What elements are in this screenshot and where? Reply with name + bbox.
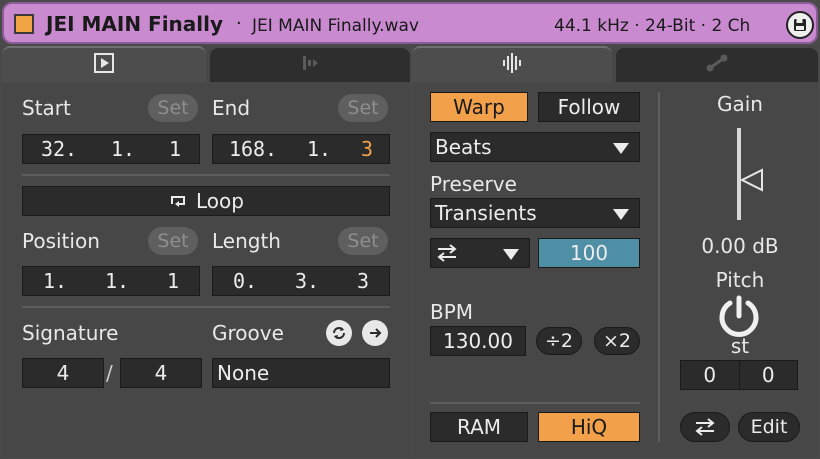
end-set-button[interactable]: Set bbox=[338, 94, 388, 122]
gain-slider[interactable] bbox=[730, 128, 763, 220]
warp-mode-value: Beats bbox=[435, 135, 492, 159]
end-bar: 168. bbox=[228, 137, 278, 161]
pitch-field: 0 0 bbox=[680, 360, 798, 390]
title-separator: · bbox=[236, 13, 242, 34]
clip-name[interactable]: JEI MAIN Finally bbox=[46, 12, 223, 36]
edit-button[interactable]: Edit bbox=[738, 412, 800, 442]
position-beat: 1. bbox=[104, 269, 130, 293]
tab-warp[interactable] bbox=[412, 46, 612, 82]
tab-sample[interactable] bbox=[210, 48, 410, 82]
position-bar: 1. bbox=[42, 269, 68, 293]
position-sixteenth: 1 bbox=[166, 269, 180, 293]
hiq-button[interactable]: HiQ bbox=[538, 412, 640, 442]
start-label: Start bbox=[22, 96, 71, 120]
clip-title-bar: JEI MAIN Finally · JEI MAIN Finally.wav … bbox=[2, 2, 818, 44]
groove-commit-icon[interactable] bbox=[326, 320, 352, 346]
gain-slider-handle[interactable] bbox=[740, 168, 766, 192]
sample-file-info: 44.1 kHz · 24-Bit · 2 Ch bbox=[554, 16, 751, 36]
signature-slash: / bbox=[106, 361, 113, 385]
groove-select[interactable]: None bbox=[212, 358, 390, 388]
warp-button[interactable]: Warp bbox=[430, 92, 528, 122]
play-icon bbox=[93, 52, 115, 78]
signature-label: Signature bbox=[22, 321, 119, 345]
end-beat: 1. bbox=[307, 137, 332, 161]
position-label: Position bbox=[22, 229, 100, 253]
position-set-button[interactable]: Set bbox=[148, 227, 198, 255]
length-label: Length bbox=[212, 229, 281, 253]
loop-length-field[interactable]: 0. 3. 3 bbox=[212, 266, 390, 296]
signature-denominator-field[interactable]: 4 bbox=[120, 358, 202, 388]
pitch-fine-field[interactable]: 0 bbox=[739, 363, 797, 387]
loop-button[interactable]: Loop bbox=[22, 186, 390, 216]
audio-panel: Warp Follow Beats Preserve Transients 10… bbox=[412, 46, 818, 457]
start-beat: 1. bbox=[110, 137, 136, 161]
pitch-unit-label: st bbox=[730, 334, 750, 358]
reverse-button[interactable] bbox=[680, 412, 730, 442]
waveform-icon bbox=[500, 52, 524, 78]
preserve-value: Transients bbox=[435, 201, 537, 225]
section-divider bbox=[22, 174, 390, 176]
length-bar: 0. bbox=[232, 269, 258, 293]
loop-icon bbox=[168, 192, 188, 210]
transient-envelope-field[interactable]: 100 bbox=[538, 238, 640, 268]
follow-button[interactable]: Follow bbox=[538, 92, 640, 122]
preserve-label: Preserve bbox=[430, 172, 517, 196]
gain-label: Gain bbox=[717, 92, 763, 116]
pitch-coarse-field[interactable]: 0 bbox=[681, 363, 739, 387]
signature-numerator-field[interactable]: 4 bbox=[22, 358, 104, 388]
end-position-field[interactable]: 168. 1. 3 bbox=[212, 134, 390, 164]
pitch-label: Pitch bbox=[715, 268, 765, 292]
chevron-down-icon bbox=[503, 249, 519, 260]
double-tempo-button[interactable]: ×2 bbox=[594, 327, 640, 355]
clip-color-swatch[interactable] bbox=[14, 14, 34, 34]
chevron-down-icon bbox=[613, 209, 629, 220]
ram-button[interactable]: RAM bbox=[430, 412, 528, 442]
loop-position-field[interactable]: 1. 1. 1 bbox=[22, 266, 200, 296]
loop-label: Loop bbox=[196, 189, 244, 213]
bpm-field[interactable]: 130.00 bbox=[430, 326, 526, 356]
end-label: End bbox=[212, 96, 251, 120]
halve-tempo-button[interactable]: ÷2 bbox=[536, 327, 582, 355]
section-divider bbox=[22, 306, 390, 308]
envelope-icon bbox=[705, 53, 729, 77]
preserve-select[interactable]: Transients bbox=[430, 198, 640, 228]
groove-hot-swap-icon[interactable] bbox=[362, 320, 388, 346]
swap-arrows-icon bbox=[693, 417, 717, 437]
chevron-down-icon bbox=[613, 143, 629, 154]
section-divider bbox=[430, 402, 640, 404]
transient-loop-mode-select[interactable] bbox=[430, 238, 530, 268]
sample-file-name: JEI MAIN Finally.wav bbox=[252, 16, 419, 36]
tab-clip[interactable] bbox=[2, 46, 206, 82]
length-set-button[interactable]: Set bbox=[338, 227, 388, 255]
tab-envelopes[interactable] bbox=[616, 48, 818, 82]
end-sixteenth: 3 bbox=[360, 137, 374, 161]
length-beat: 3. bbox=[294, 269, 320, 293]
save-icon[interactable] bbox=[786, 11, 814, 39]
column-divider bbox=[658, 92, 660, 442]
bpm-label: BPM bbox=[430, 300, 474, 324]
start-set-button[interactable]: Set bbox=[148, 94, 198, 122]
start-bar: 32. bbox=[40, 137, 78, 161]
gain-value: 0.00 dB bbox=[701, 234, 779, 258]
clip-panel: Start Set End Set 32. 1. 1 168. 1. 3 Loo… bbox=[2, 46, 410, 457]
warp-mode-select[interactable]: Beats bbox=[430, 132, 640, 162]
start-position-field[interactable]: 32. 1. 1 bbox=[22, 134, 200, 164]
length-sixteenth: 3 bbox=[356, 269, 370, 293]
groove-label: Groove bbox=[212, 321, 284, 345]
start-sixteenth: 1 bbox=[168, 137, 182, 161]
swap-arrows-icon bbox=[435, 243, 459, 263]
waveform-bars-icon bbox=[299, 54, 321, 76]
